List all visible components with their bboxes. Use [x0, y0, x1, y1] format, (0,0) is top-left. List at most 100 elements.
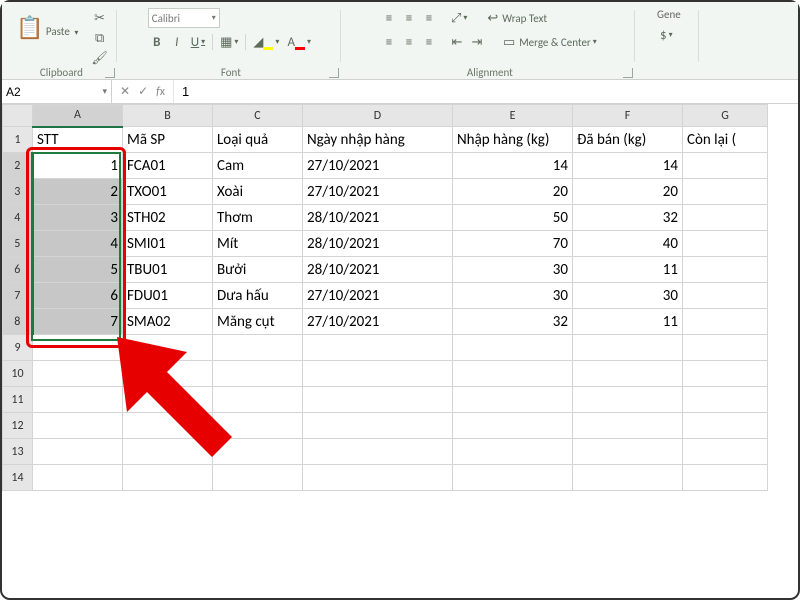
- cell-F4[interactable]: 32: [573, 205, 683, 231]
- cell-D13[interactable]: [303, 439, 453, 465]
- cell-E9[interactable]: [453, 335, 573, 361]
- increase-indent-button[interactable]: ⇥: [468, 32, 486, 52]
- row-header-14[interactable]: 14: [3, 465, 33, 491]
- cell-A9[interactable]: [33, 335, 123, 361]
- font-dialog-launcher[interactable]: [329, 68, 339, 78]
- cell-A6[interactable]: 5: [33, 257, 123, 283]
- worksheet-grid[interactable]: ABCDEFG1STTMã SPLoại quảNgày nhập hàngNh…: [2, 104, 798, 598]
- align-right-button[interactable]: ≡: [420, 32, 438, 52]
- row-header-5[interactable]: 5: [3, 231, 33, 257]
- paste-button[interactable]: 📋 Paste: [12, 15, 82, 61]
- formula-input[interactable]: [174, 80, 798, 103]
- enter-icon[interactable]: ✓: [138, 84, 148, 99]
- fx-icon[interactable]: fx: [156, 85, 165, 99]
- cell-C13[interactable]: [213, 439, 303, 465]
- cell-A5[interactable]: 4: [33, 231, 123, 257]
- font-color-button[interactable]: A: [284, 32, 314, 52]
- cell-G5[interactable]: [683, 231, 768, 257]
- cell-D8[interactable]: 27/10/2021: [303, 309, 453, 335]
- cell-E10[interactable]: [453, 361, 573, 387]
- cell-C12[interactable]: [213, 413, 303, 439]
- cell-F12[interactable]: [573, 413, 683, 439]
- cell-G6[interactable]: [683, 257, 768, 283]
- cell-G7[interactable]: [683, 283, 768, 309]
- cell-F6[interactable]: 11: [573, 257, 683, 283]
- cell-C2[interactable]: Cam: [213, 153, 303, 179]
- bold-button[interactable]: B: [148, 32, 166, 52]
- cell-G13[interactable]: [683, 439, 768, 465]
- align-bottom-button[interactable]: ≡: [420, 8, 438, 28]
- cell-E8[interactable]: 32: [453, 309, 573, 335]
- cell-C14[interactable]: [213, 465, 303, 491]
- cell-C10[interactable]: [213, 361, 303, 387]
- cell-E7[interactable]: 30: [453, 283, 573, 309]
- cell-B1[interactable]: Mã SP: [123, 127, 213, 153]
- name-box-input[interactable]: [6, 85, 86, 99]
- cell-A14[interactable]: [33, 465, 123, 491]
- align-top-button[interactable]: ≡: [380, 8, 398, 28]
- cell-C5[interactable]: Mít: [213, 231, 303, 257]
- cell-F11[interactable]: [573, 387, 683, 413]
- row-header-13[interactable]: 13: [3, 439, 33, 465]
- cell-B3[interactable]: TXO01: [123, 179, 213, 205]
- cell-F3[interactable]: 20: [573, 179, 683, 205]
- cell-F9[interactable]: [573, 335, 683, 361]
- col-header-B[interactable]: B: [123, 105, 213, 127]
- cell-A3[interactable]: 2: [33, 179, 123, 205]
- cell-A8[interactable]: 7: [33, 309, 123, 335]
- cell-C1[interactable]: Loại quả: [213, 127, 303, 153]
- cell-B5[interactable]: SMI01: [123, 231, 213, 257]
- cell-A10[interactable]: [33, 361, 123, 387]
- cell-C9[interactable]: [213, 335, 303, 361]
- cell-D6[interactable]: 28/10/2021: [303, 257, 453, 283]
- orientation-button[interactable]: ⤢: [448, 8, 470, 28]
- cell-G9[interactable]: [683, 335, 768, 361]
- cell-D12[interactable]: [303, 413, 453, 439]
- cell-D7[interactable]: 27/10/2021: [303, 283, 453, 309]
- cell-A4[interactable]: 3: [33, 205, 123, 231]
- cell-F13[interactable]: [573, 439, 683, 465]
- cell-E4[interactable]: 50: [453, 205, 573, 231]
- cell-G8[interactable]: [683, 309, 768, 335]
- row-header-1[interactable]: 1: [3, 127, 33, 153]
- cell-E5[interactable]: 70: [453, 231, 573, 257]
- cell-G4[interactable]: [683, 205, 768, 231]
- cell-D4[interactable]: 28/10/2021: [303, 205, 453, 231]
- cell-E2[interactable]: 14: [453, 153, 573, 179]
- merge-center-button[interactable]: ▭ Merge & Center: [500, 32, 600, 52]
- cell-E13[interactable]: [453, 439, 573, 465]
- cell-D14[interactable]: [303, 465, 453, 491]
- row-header-7[interactable]: 7: [3, 283, 33, 309]
- cell-G10[interactable]: [683, 361, 768, 387]
- col-header-G[interactable]: G: [683, 105, 768, 127]
- cell-A1[interactable]: STT: [33, 127, 123, 153]
- cell-G1[interactable]: Còn lại (: [683, 127, 768, 153]
- borders-button[interactable]: ▦: [217, 32, 241, 52]
- cancel-icon[interactable]: ✕: [120, 84, 130, 99]
- cell-A2[interactable]: 1: [33, 153, 123, 179]
- col-header-A[interactable]: A: [33, 105, 123, 127]
- decrease-indent-button[interactable]: ⇤: [448, 32, 466, 52]
- row-header-6[interactable]: 6: [3, 257, 33, 283]
- row-header-3[interactable]: 3: [3, 179, 33, 205]
- cell-B13[interactable]: [123, 439, 213, 465]
- select-all-corner[interactable]: [3, 105, 33, 127]
- cell-F14[interactable]: [573, 465, 683, 491]
- row-header-9[interactable]: 9: [3, 335, 33, 361]
- number-format-combo[interactable]: Gene: [657, 8, 681, 21]
- cell-D1[interactable]: Ngày nhập hàng: [303, 127, 453, 153]
- cell-B2[interactable]: FCA01: [123, 153, 213, 179]
- alignment-dialog-launcher[interactable]: [623, 68, 633, 78]
- cell-D9[interactable]: [303, 335, 453, 361]
- cell-F10[interactable]: [573, 361, 683, 387]
- cell-D3[interactable]: 27/10/2021: [303, 179, 453, 205]
- cell-E12[interactable]: [453, 413, 573, 439]
- cell-F5[interactable]: 40: [573, 231, 683, 257]
- cell-A12[interactable]: [33, 413, 123, 439]
- align-center-button[interactable]: ≡: [400, 32, 418, 52]
- name-box[interactable]: ▾: [2, 80, 112, 103]
- cell-B4[interactable]: STH02: [123, 205, 213, 231]
- cell-A13[interactable]: [33, 439, 123, 465]
- col-header-C[interactable]: C: [213, 105, 303, 127]
- cut-button[interactable]: ✂: [88, 8, 111, 28]
